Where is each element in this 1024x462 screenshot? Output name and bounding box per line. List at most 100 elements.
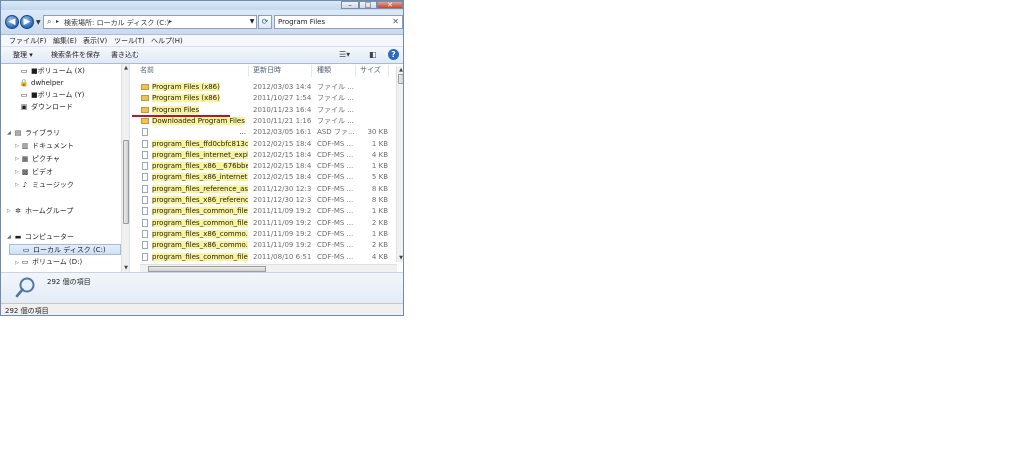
file-name: program_files_reference_as... — [152, 184, 248, 193]
nav-item-libraries[interactable]: ▤ ライブラリ — [13, 128, 60, 139]
column-divider[interactable] — [355, 65, 356, 77]
search-input[interactable]: Program Files ✕ — [274, 15, 403, 29]
address-dropdown-icon[interactable]: ▼ — [247, 15, 257, 29]
column-header-modified[interactable]: 更新日時 — [253, 65, 281, 77]
file-row[interactable]: Program Files 2010/11/23 16:46 ファイル ... — [130, 105, 395, 116]
nav-item-volume-x[interactable]: ▭ ■ボリューム (X) — [19, 66, 85, 77]
column-header-size[interactable]: サイズ — [360, 65, 381, 77]
file-row[interactable]: program_files_x86__676bbe... 2012/02/15 1… — [130, 161, 395, 172]
expand-arrow-icon[interactable]: ◢ — [7, 130, 11, 136]
menu-tools[interactable]: ツール(T) — [114, 36, 145, 46]
scroll-up-icon[interactable]: ▲ — [122, 64, 129, 72]
file-row[interactable]: program_files_common_file... 2011/11/09 1… — [130, 218, 395, 229]
nav-item-downloads[interactable]: ▣ ダウンロード — [19, 102, 73, 113]
column-divider[interactable] — [388, 65, 389, 77]
menu-help[interactable]: ヘルプ(H) — [151, 36, 183, 46]
nav-scrollbar[interactable]: ▲ ▼ — [121, 64, 129, 272]
column-divider[interactable] — [248, 65, 249, 77]
library-icon: ▤ — [14, 129, 22, 137]
file-modified-date: 2011/11/09 19:21 — [253, 241, 311, 250]
title-bar[interactable]: – □ ✕ — [1, 1, 403, 10]
file-name: program_files_x86_commo... — [152, 241, 248, 250]
expand-arrow-icon[interactable]: ▷ — [15, 156, 19, 162]
breadcrumb-arrow-icon[interactable]: ▸ — [56, 18, 59, 25]
menu-edit[interactable]: 編集(E) — [53, 36, 77, 46]
scroll-down-icon[interactable]: ▼ — [122, 264, 129, 272]
file-modified-date: 2010/11/21 1:16 — [253, 116, 311, 125]
file-row[interactable]: Downloaded Program Files 2010/11/21 1:16 フ… — [130, 116, 395, 127]
nav-item-documents[interactable]: ▥ ドキュメント — [20, 141, 74, 152]
nav-item-videos[interactable]: ▩ ビデオ — [20, 167, 53, 178]
burn-button[interactable]: 書き込む — [111, 50, 139, 60]
nav-item-computer[interactable]: ▬ コンピューター — [13, 232, 74, 243]
file-name-cell: program_files_x86_internet... — [140, 172, 248, 183]
history-dropdown-icon[interactable]: ▼ — [36, 19, 41, 26]
downloads-icon: ▣ — [20, 103, 28, 111]
breadcrumb-arrow-icon[interactable]: ▸ — [169, 18, 172, 25]
close-button[interactable]: ✕ — [377, 1, 403, 9]
column-divider[interactable] — [311, 65, 312, 77]
file-name-cell: program_files_x86_referenc... — [140, 195, 248, 206]
expand-arrow-icon[interactable]: ▷ — [15, 143, 19, 149]
file-row[interactable]: program_files_common_file... 2011/11/09 1… — [130, 206, 395, 217]
address-bar[interactable]: ⌕ ▸ 検索場所: ローカル ディスク (C:) ▸ — [43, 15, 257, 29]
scroll-down-icon[interactable]: ▼ — [397, 254, 403, 262]
nav-item-volume-y[interactable]: ▭ ■ボリューム (Y) — [19, 90, 85, 101]
file-icon — [142, 150, 148, 159]
nav-item-local-disk-c[interactable]: ▭ ローカル ディスク (C:) — [9, 244, 121, 255]
minimize-button[interactable]: – — [341, 1, 359, 9]
nav-item-homegroup[interactable]: ✲ ホームグループ — [13, 206, 73, 217]
nav-item-pictures[interactable]: ▦ ピクチャ — [20, 154, 60, 165]
file-row[interactable]: program_files_internet_expl... 2012/02/15… — [130, 150, 395, 161]
file-type: CDF-MS ... — [317, 252, 354, 261]
forward-arrow-icon: ▶ — [23, 17, 31, 27]
explorer-window: – □ ✕ ◀ ▶ ▼ ⌕ ▸ 検索場所: ローカル ディスク (C:) ▸ ▼… — [0, 0, 404, 316]
preview-pane-icon[interactable]: ◧ — [369, 50, 377, 59]
file-row[interactable]: program_files_reference_as... 2011/12/30 … — [130, 184, 395, 195]
folder-icon — [141, 117, 149, 124]
file-row[interactable]: program_files_x86_referenc... 2011/12/30 … — [130, 195, 395, 206]
file-name: program_files_ffd0cbfc813cc... — [152, 139, 248, 148]
back-button[interactable]: ◀ — [5, 15, 19, 29]
nav-scroll-thumb[interactable] — [123, 140, 129, 224]
video-icon: ▩ — [21, 168, 29, 176]
save-search-button[interactable]: 検索条件を保存 — [51, 50, 100, 60]
file-list-scrollbar[interactable]: ▲ ▼ — [396, 66, 403, 262]
scroll-up-icon[interactable]: ▲ — [397, 66, 403, 74]
file-row[interactable]: ... 2012/03/05 16:19 ASD ファ... 30 KB — [130, 127, 395, 138]
expand-arrow-icon[interactable]: ▷ — [15, 169, 19, 175]
column-header-name[interactable]: 名前 — [140, 65, 154, 77]
clear-search-icon[interactable]: ✕ — [392, 17, 399, 26]
forward-button[interactable]: ▶ — [20, 15, 34, 29]
menu-file[interactable]: ファイル(F) — [9, 36, 47, 46]
file-modified-date: 2012/02/15 18:41 — [253, 162, 311, 171]
help-icon[interactable]: ? — [388, 49, 399, 60]
file-size: 30 KB — [367, 128, 388, 137]
expand-arrow-icon[interactable]: ◢ — [7, 234, 11, 240]
nav-item-dwhelper[interactable]: 🔒 dwhelper — [19, 78, 64, 89]
expand-arrow-icon[interactable]: ▷ — [15, 260, 19, 266]
nav-item-volume-d[interactable]: ▭ ボリューム (D:) — [20, 257, 83, 268]
view-options-icon[interactable]: ☰▾ — [339, 50, 350, 59]
expand-arrow-icon[interactable]: ▷ — [15, 182, 19, 188]
file-row[interactable]: program_files_x86_commo... 2011/11/09 19:… — [130, 240, 395, 251]
file-row[interactable]: program_files_ffd0cbfc813cc... 2012/02/15… — [130, 139, 395, 150]
organize-button[interactable]: 整理 ▾ — [13, 50, 33, 60]
column-header-type[interactable]: 種類 — [317, 65, 331, 77]
maximize-button[interactable]: □ — [359, 1, 377, 9]
nav-item-music[interactable]: ♪ ミュージック — [20, 180, 74, 191]
file-modified-date: 2012/03/03 14:42 — [253, 83, 311, 91]
file-row[interactable]: Program Files (x86) 2011/10/27 1:54 ファイル .… — [130, 93, 395, 104]
refresh-button[interactable]: ⟳ — [258, 15, 272, 29]
file-modified-date: 2011/11/09 19:21 — [253, 207, 311, 216]
file-modified-date: 2012/02/15 18:41 — [253, 150, 311, 159]
file-row[interactable]: Program Files (x86) 2012/03/03 14:42 ファイル … — [130, 82, 395, 93]
file-list-scroll-thumb[interactable] — [398, 74, 403, 84]
file-row[interactable]: program_files_x86_commo... 2011/11/09 19:… — [130, 229, 395, 240]
menu-view[interactable]: 表示(V) — [83, 36, 107, 46]
file-row[interactable]: program_files_x86_internet... 2012/02/15 … — [130, 172, 395, 183]
file-row[interactable]: program_files_common_file... 2011/08/10 6… — [130, 252, 395, 263]
file-type: ファイル ... — [317, 94, 354, 103]
expand-arrow-icon[interactable]: ▷ — [7, 208, 11, 214]
local-disk-icon: ▭ — [22, 246, 30, 254]
